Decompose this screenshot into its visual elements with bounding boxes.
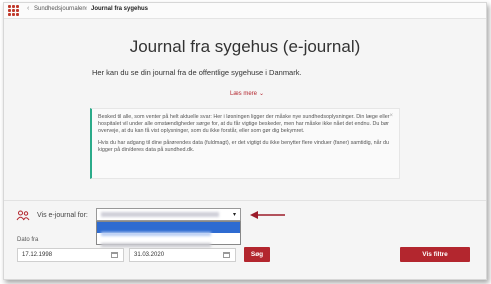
browser-frame: ‹ Sundhedsjournalen ‹ Journal fra sygehu… — [3, 2, 487, 280]
info-paragraph: Hvis du har adgang til dine pårørendes d… — [98, 140, 389, 153]
read-more-label: Læs mere — [230, 91, 258, 97]
dropdown-option[interactable] — [97, 222, 240, 236]
close-icon[interactable]: × — [389, 113, 393, 119]
info-paragraph: Besked til alle, som venter på helt aktu… — [98, 114, 390, 134]
sundhed-logo-icon[interactable] — [8, 5, 21, 16]
people-icon — [16, 210, 30, 221]
info-notice: × Besked til alle, som venter på helt ak… — [90, 108, 400, 179]
redacted-name — [101, 242, 211, 247]
breadcrumb-current: Journal fra sygehus — [91, 6, 149, 12]
dropdown-caret-icon: ▾ — [232, 212, 236, 218]
annotation-arrow-icon — [250, 211, 285, 219]
page-subtitle: Her kan du se din journal fra de offentl… — [92, 68, 302, 77]
divider — [4, 200, 486, 201]
person-select[interactable]: ▾ — [96, 208, 241, 221]
date-to-value: 31.03.2020 — [134, 252, 165, 258]
show-filters-button[interactable]: Vis filtre — [400, 247, 470, 262]
breadcrumb-parent-link[interactable]: Sundhedsjournalen — [34, 6, 86, 12]
redacted-name — [101, 231, 211, 236]
chevron-down-icon: ⌄ — [259, 91, 265, 97]
date-from-label: Dato fra — [17, 237, 39, 243]
read-more-link[interactable]: Læs mere ⌄ — [230, 90, 264, 97]
date-from-input[interactable]: 17.12.1998 — [17, 248, 124, 262]
redacted-name — [101, 212, 219, 217]
calendar-icon[interactable] — [111, 252, 118, 258]
top-navigation: ‹ Sundhedsjournalen ‹ Journal fra sygehu… — [4, 3, 486, 19]
person-dropdown-list — [96, 221, 241, 247]
page-title: Journal fra sygehus (e-journal) — [129, 37, 361, 56]
vis-ejournal-label: Vis e-journal for: — [37, 212, 88, 219]
chevron-left-icon: ‹ — [85, 5, 88, 12]
date-to-input[interactable]: 31.03.2020 — [129, 248, 236, 262]
calendar-icon[interactable] — [223, 252, 230, 258]
chevron-left-icon: ‹ — [27, 5, 30, 12]
search-button[interactable]: Søg — [244, 247, 270, 262]
date-from-value: 17.12.1998 — [22, 252, 53, 258]
